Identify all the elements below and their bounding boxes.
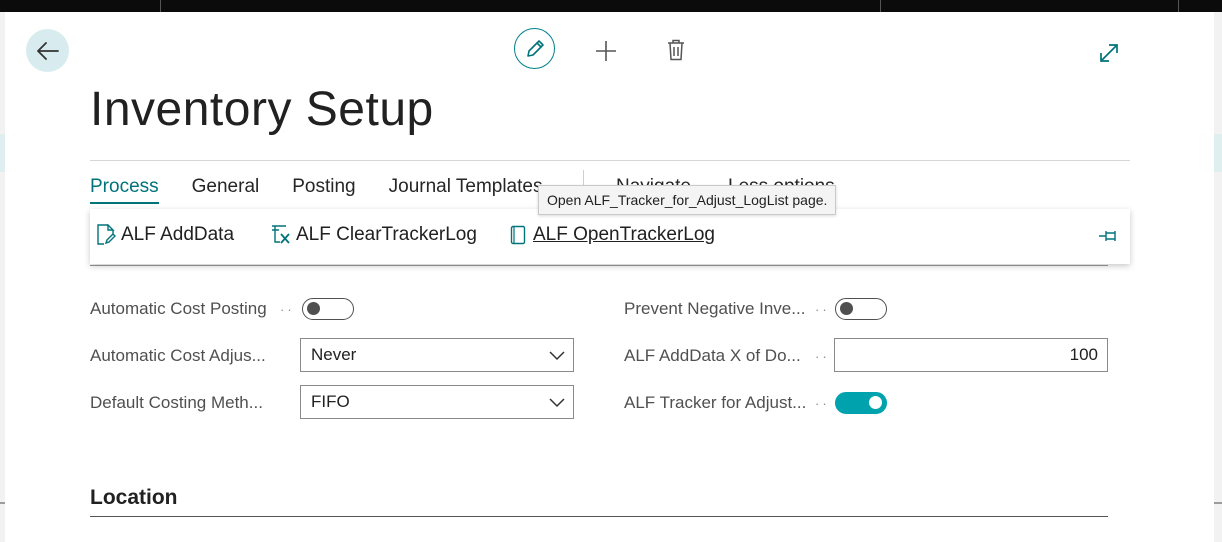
toggle-knob — [307, 302, 320, 315]
divider — [90, 265, 1108, 266]
automatic-cost-adjustment-select[interactable]: Never — [300, 338, 574, 372]
outer-divider — [1178, 0, 1179, 12]
outer-divider — [880, 0, 881, 12]
trash-icon — [668, 39, 684, 61]
document-edit-icon — [96, 224, 116, 246]
outer-window-bar — [0, 0, 1222, 12]
location-section-title[interactable]: Location — [90, 486, 178, 510]
divider — [90, 160, 1130, 161]
clear-list-icon — [271, 224, 291, 246]
expand-button[interactable] — [1097, 41, 1121, 65]
default-costing-method-label: Default Costing Meth... — [90, 393, 263, 412]
new-button[interactable] — [593, 38, 619, 64]
field-dots: ·· — [280, 302, 295, 317]
action-tooltip: Open ALF_Tracker_for_Adjust_LogList page… — [538, 185, 837, 215]
field-dots: ·· — [815, 302, 830, 317]
field-dots: ·· — [815, 396, 830, 411]
tab-journal-templates[interactable]: Journal Templates — [389, 175, 543, 205]
alf-cleartrackerlog-label: ALF ClearTrackerLog — [296, 224, 477, 245]
automatic-cost-posting-toggle[interactable] — [302, 298, 354, 320]
outer-page-edge-right — [1214, 12, 1222, 542]
action-bar-tabs: Process General Posting Journal Template… — [90, 175, 575, 205]
divider — [90, 516, 1108, 517]
edit-button[interactable] — [514, 28, 555, 69]
alf-tracker-for-adjust-toggle[interactable] — [835, 392, 887, 414]
alf-adddata-action[interactable]: ALF AddData — [96, 224, 234, 246]
alf-cleartrackerlog-action[interactable]: ALF ClearTrackerLog — [271, 224, 477, 246]
chevron-down-icon — [549, 351, 565, 361]
alf-tracker-for-adjust-label: ALF Tracker for Adjust... — [624, 393, 807, 412]
back-arrow-icon — [36, 41, 59, 60]
prevent-negative-inventory-label: Prevent Negative Inve... — [624, 299, 806, 318]
select-value: Never — [311, 345, 357, 364]
page-icon — [508, 224, 528, 246]
pin-button[interactable] — [1098, 226, 1120, 246]
pencil-icon — [526, 39, 544, 57]
alf-adddata-label: ALF AddData — [121, 224, 235, 245]
automatic-cost-adjustment-label: Automatic Cost Adjus... — [90, 346, 266, 365]
delete-button[interactable] — [664, 37, 688, 63]
toggle-knob — [840, 302, 853, 315]
default-costing-method-select[interactable]: FIFO — [300, 385, 574, 419]
automatic-cost-posting-label: Automatic Cost Posting — [90, 299, 267, 318]
alf-adddata-x-label: ALF AddData X of Do... — [624, 346, 801, 365]
chevron-down-icon — [549, 398, 565, 408]
alf-opentrackerlog-label: ALF OpenTrackerLog — [533, 224, 715, 245]
pin-icon — [1099, 231, 1116, 241]
select-value: FIFO — [311, 392, 350, 411]
process-actions-panel: ALF AddData ALF ClearTrackerLog ALF Open… — [90, 209, 1130, 264]
plus-icon — [596, 41, 616, 61]
outer-divider — [160, 0, 161, 12]
tab-process[interactable]: Process — [90, 175, 159, 205]
back-button[interactable] — [26, 29, 69, 72]
expand-icon — [1100, 44, 1118, 62]
tab-general[interactable]: General — [192, 175, 260, 205]
alf-adddata-x-input[interactable]: 100 — [834, 338, 1108, 372]
inventory-setup-dialog: Inventory Setup Process General Posting … — [5, 12, 1214, 542]
alf-opentrackerlog-action[interactable]: ALF OpenTrackerLog — [508, 224, 715, 246]
toggle-knob — [869, 396, 882, 409]
field-dots: ·· — [815, 349, 830, 364]
page-title: Inventory Setup — [90, 83, 434, 136]
prevent-negative-inventory-toggle[interactable] — [835, 298, 887, 320]
tab-posting[interactable]: Posting — [292, 175, 355, 205]
